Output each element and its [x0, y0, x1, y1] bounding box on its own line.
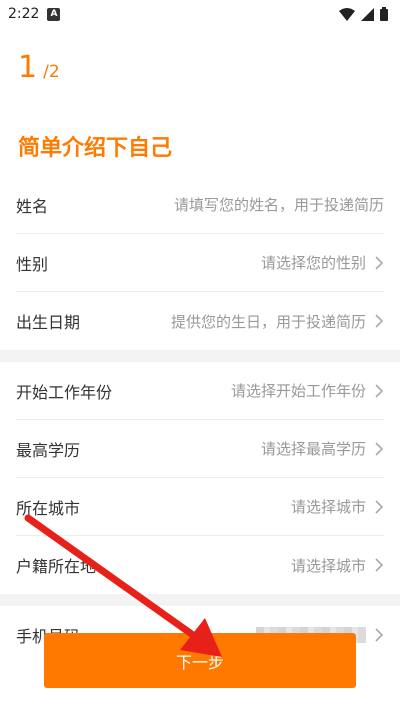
status-time: 2:22 [8, 6, 40, 22]
step-indicator: 1/2 [0, 28, 400, 116]
name-row[interactable]: 姓名 请填写您的姓名，用于投递简历 [16, 176, 384, 234]
signal-icon [361, 7, 374, 21]
step-total: /2 [43, 62, 60, 82]
hukou-row[interactable]: 户籍所在地 请选择城市 [16, 536, 384, 594]
step-current: 1 [18, 50, 38, 85]
chevron-right-icon [375, 558, 384, 572]
work-start-year-value: 请选择开始工作年份 [230, 382, 366, 400]
basic-info-group: 姓名 请填写您的姓名，用于投递简历 性别 请选择您的性别 出生日期 提供您的生日… [0, 176, 400, 350]
career-info-group: 开始工作年份 请选择开始工作年份 最高学历 请选择最高学历 所在城市 请选择城市… [0, 362, 400, 594]
city-value: 请选择城市 [290, 498, 366, 516]
city-label: 所在城市 [16, 498, 81, 518]
chevron-right-icon [375, 255, 384, 270]
gender-value: 请选择您的性别 [260, 254, 366, 272]
page-title: 简单介绍下自己 [18, 136, 173, 161]
status-left: 2:22 A [8, 6, 61, 22]
chevron-right-icon [375, 441, 384, 456]
work-start-year-label: 开始工作年份 [16, 382, 113, 402]
birthdate-row[interactable]: 出生日期 提供您的生日，用于投递简历 [16, 292, 384, 350]
city-row[interactable]: 所在城市 请选择城市 [16, 478, 384, 536]
education-value: 请选择最高学历 [260, 440, 366, 458]
education-label: 最高学历 [16, 440, 81, 460]
notification-icon: A [47, 7, 61, 21]
status-bar: 2:22 A [0, 0, 400, 28]
hukou-label: 户籍所在地 [16, 557, 97, 576]
section-divider [0, 594, 400, 606]
section-divider [0, 350, 400, 362]
hukou-value: 请选择城市 [290, 556, 366, 575]
name-input[interactable]: 请填写您的姓名，用于投递简历 [174, 194, 384, 215]
battery-icon [380, 7, 388, 21]
name-label: 姓名 [16, 196, 49, 216]
chevron-right-icon [375, 383, 384, 398]
work-start-year-row[interactable]: 开始工作年份 请选择开始工作年份 [16, 362, 384, 420]
status-right [339, 7, 388, 21]
next-button[interactable]: 下一步 [44, 633, 356, 688]
gender-label: 性别 [16, 254, 49, 274]
birthdate-value: 提供您的生日，用于投递简历 [170, 312, 366, 331]
chevron-right-icon [375, 628, 384, 642]
education-row[interactable]: 最高学历 请选择最高学历 [16, 420, 384, 478]
gender-row[interactable]: 性别 请选择您的性别 [16, 234, 384, 292]
chevron-right-icon [375, 314, 384, 328]
wifi-icon [339, 7, 355, 21]
birthdate-label: 出生日期 [16, 313, 81, 332]
chevron-right-icon [375, 499, 384, 514]
